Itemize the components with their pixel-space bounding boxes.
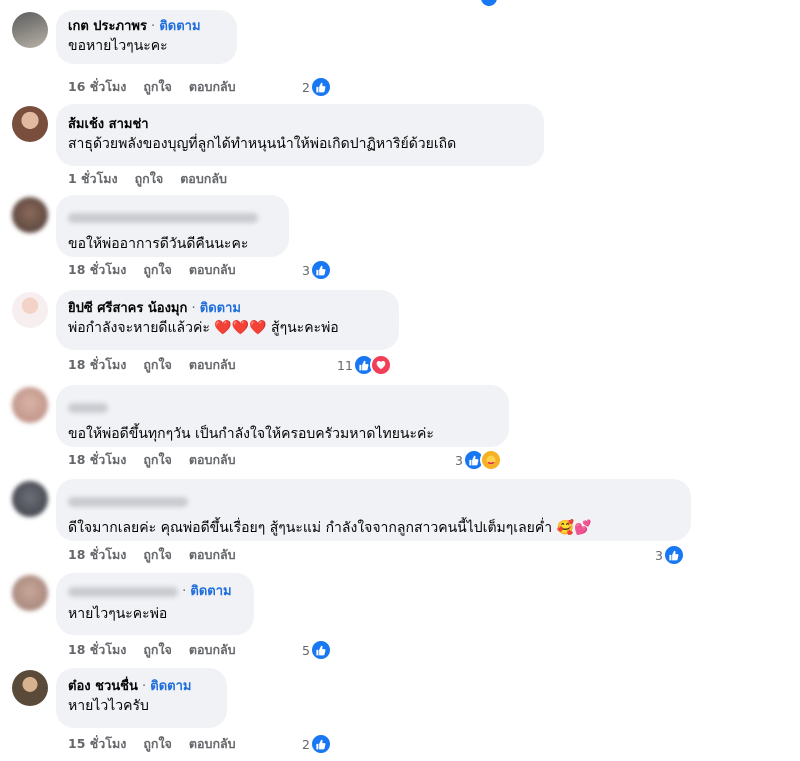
reply-button[interactable]: ตอบกลับ [189, 736, 236, 751]
avatar[interactable] [12, 197, 48, 233]
reply-button[interactable]: ตอบกลับ [189, 79, 236, 94]
comment-actions: 18 ชั่วโมง ถูกใจ ตอบกลับ [68, 641, 253, 659]
reaction-summary[interactable]: 3 [655, 544, 685, 566]
care-icon [479, 449, 502, 471]
avatar[interactable] [12, 292, 48, 328]
reaction-count: 3 [455, 452, 463, 468]
comment-actions: 16 ชั่วโมง ถูกใจ ตอบกลับ [68, 78, 253, 96]
comment-time[interactable]: 18 ชั่วโมง [68, 452, 126, 467]
reaction-summary[interactable]: 11 [337, 354, 392, 376]
comment-time[interactable]: 18 ชั่วโมง [68, 547, 126, 562]
comment-text: พ่อกำลังจะหายดีแล้วค่ะ ❤️❤️❤️ สู้ๆนะคะพ่… [68, 320, 339, 336]
comment-bubble: ขอให้พ่อดีขึ้นทุกๆวัน เป็นกำลังใจให้ครอบ… [56, 385, 509, 447]
comment-actions: 18 ชั่วโมง ถูกใจ ตอบกลับ [68, 356, 253, 374]
comment-text: ขอหายไวๆนะคะ [68, 38, 168, 54]
reaction-count: 11 [337, 357, 353, 373]
comment-actions: 18 ชั่วโมง ถูกใจ ตอบกลับ [68, 546, 253, 564]
reaction-count: 3 [302, 262, 310, 278]
reply-button[interactable]: ตอบกลับ [189, 357, 236, 372]
comment-time[interactable]: 18 ชั่วโมง [68, 642, 126, 657]
comment-text: ดีใจมากเลยค่ะ คุณพ่อดีขึ้นเรื่อยๆ สู้ๆนะ… [68, 520, 592, 536]
like-button[interactable]: ถูกใจ [143, 357, 172, 372]
follow-link[interactable]: ติดตาม [159, 19, 200, 34]
reaction-count: 2 [302, 736, 310, 752]
comment-actions: 18 ชั่วโมง ถูกใจ ตอบกลับ [68, 261, 253, 279]
comment-bubble: ส้มเช้ง สามช่า สาธุด้วยพลังของบุญที่ลูกไ… [56, 104, 544, 166]
comment-bubble: · ติดตาม หายไวๆนะคะพ่อ [56, 573, 254, 635]
follow-link[interactable]: ติดตาม [150, 679, 191, 694]
reply-button[interactable]: ตอบกลับ [189, 262, 236, 277]
reaction-count: 5 [302, 642, 310, 658]
comment-time[interactable]: 16 ชั่วโมง [68, 79, 126, 94]
avatar[interactable] [12, 387, 48, 423]
avatar[interactable] [12, 481, 48, 517]
comment-text: สาธุด้วยพลังของบุญที่ลูกได้ทำหนุนนำให้พ่… [68, 136, 457, 152]
love-icon [369, 354, 392, 376]
comment-actions: 1 ชั่วโมง ถูกใจ ตอบกลับ [68, 170, 244, 188]
follow-link[interactable]: ติดตาม [190, 584, 231, 599]
like-button[interactable]: ถูกใจ [143, 736, 172, 751]
avatar[interactable] [12, 12, 48, 48]
comment-text: ขอให้พ่ออาการดีวันดีคืนนะคะ [68, 236, 249, 252]
comment-bubble: ดีใจมากเลยค่ะ คุณพ่อดีขึ้นเรื่อยๆ สู้ๆนะ… [56, 479, 691, 541]
blurred-commenter-name [68, 496, 188, 507]
like-icon [309, 259, 332, 281]
comment-bubble: ยิปซี ศรีสาคร น้องมุก · ติดตาม พ่อกำลังจ… [56, 290, 399, 350]
reaction-summary[interactable]: 3 [455, 449, 502, 471]
avatar[interactable] [12, 575, 48, 611]
blurred-commenter-name [68, 586, 178, 597]
reply-button[interactable]: ตอบกลับ [189, 642, 236, 657]
reply-button[interactable]: ตอบกลับ [189, 547, 236, 562]
comment-bubble: ต๋อง ชวนชื่น · ติดตาม หายไวไวครับ [56, 668, 227, 728]
like-icon [481, 0, 497, 6]
comment-text: หายไวๆนะคะพ่อ [68, 606, 168, 622]
comment-time[interactable]: 18 ชั่วโมง [68, 357, 126, 372]
commenter-name[interactable]: ต๋อง ชวนชื่น [68, 679, 138, 694]
reaction-count: 3 [655, 547, 663, 563]
blurred-commenter-name [68, 212, 258, 223]
like-button[interactable]: ถูกใจ [143, 262, 172, 277]
avatar[interactable] [12, 106, 48, 142]
comment-time[interactable]: 1 ชั่วโมง [68, 171, 118, 186]
reply-button[interactable]: ตอบกลับ [189, 452, 236, 467]
comment-actions: 15 ชั่วโมง ถูกใจ ตอบกลับ [68, 735, 253, 753]
avatar[interactable] [12, 670, 48, 706]
comment-time[interactable]: 18 ชั่วโมง [68, 262, 126, 277]
reaction-count: 2 [302, 79, 310, 95]
like-icon [662, 544, 685, 566]
follow-link[interactable]: ติดตาม [200, 301, 241, 316]
like-button[interactable]: ถูกใจ [143, 79, 172, 94]
like-icon [309, 639, 332, 661]
comment-bubble: ขอให้พ่ออาการดีวันดีคืนนะคะ [56, 195, 289, 257]
commenter-name[interactable]: ยิปซี ศรีสาคร น้องมุก [68, 301, 187, 316]
comment-bubble: เกต ประภาพร · ติดตาม ขอหายไวๆนะคะ [56, 10, 237, 64]
like-button[interactable]: ถูกใจ [143, 642, 172, 657]
reaction-summary[interactable]: 3 [302, 259, 332, 281]
reply-button[interactable]: ตอบกลับ [180, 171, 227, 186]
comment-actions: 18 ชั่วโมง ถูกใจ ตอบกลับ [68, 451, 253, 469]
like-button[interactable]: ถูกใจ [135, 171, 164, 186]
commenter-name[interactable]: ส้มเช้ง สามช่า [68, 117, 149, 132]
commenter-name[interactable]: เกต ประภาพร [68, 19, 147, 34]
like-icon [309, 76, 332, 98]
reaction-summary[interactable]: 5 [302, 639, 332, 661]
blurred-commenter-name [68, 402, 108, 413]
comment-text: หายไวไวครับ [68, 698, 149, 714]
like-button[interactable]: ถูกใจ [143, 452, 172, 467]
like-button[interactable]: ถูกใจ [143, 547, 172, 562]
like-icon [309, 733, 332, 755]
reaction-summary[interactable]: 2 [302, 76, 332, 98]
comment-text: ขอให้พ่อดีขึ้นทุกๆวัน เป็นกำลังใจให้ครอบ… [68, 426, 434, 442]
comment-time[interactable]: 15 ชั่วโมง [68, 736, 126, 751]
reaction-summary[interactable]: 2 [302, 733, 332, 755]
